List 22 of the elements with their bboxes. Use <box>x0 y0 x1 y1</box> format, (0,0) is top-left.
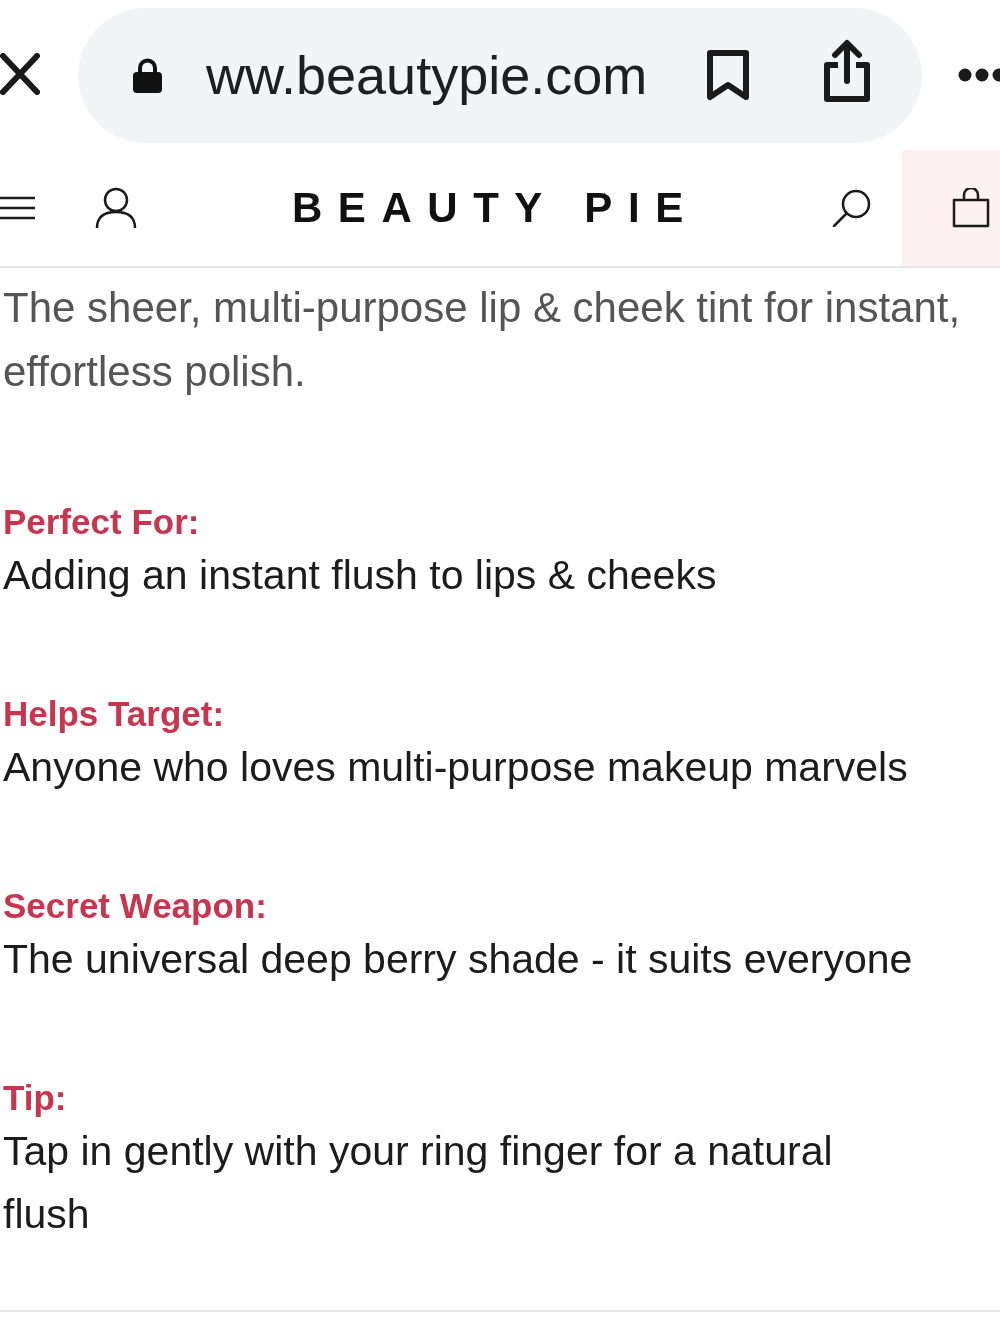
menu-icon[interactable] <box>0 196 35 220</box>
bookmark-icon[interactable] <box>706 48 750 102</box>
product-intro: The sheer, multi-purpose lip & cheek tint for instant, effortless polish. <box>3 283 962 397</box>
search-icon[interactable] <box>832 189 872 227</box>
user-icon[interactable] <box>95 187 137 229</box>
url-text: ww.beautypie.com <box>206 43 648 107</box>
section-text: The universal deep berry shade - it suits everyone <box>3 935 913 984</box>
close-icon[interactable] <box>0 53 40 95</box>
address-bar[interactable]: ww.beautypie.com <box>78 7 922 143</box>
section-label: Helps Target: <box>3 693 225 735</box>
section-text: Anyone who loves multi-purpose makeup marvels <box>3 743 908 792</box>
section-label: Tip: <box>3 1077 67 1119</box>
share-icon[interactable] <box>822 39 872 103</box>
lock-icon <box>133 57 162 93</box>
section-label: Secret Weapon: <box>3 885 267 927</box>
section-label: Perfect For: <box>3 501 200 543</box>
site-logo[interactable]: BEAUTY PIE <box>292 182 699 234</box>
section-text: Tap in gently with your ring finger for a natural flush <box>3 1127 834 1239</box>
shopping-bag-icon <box>952 188 990 228</box>
more-icon[interactable] <box>958 68 1000 82</box>
section-text: Adding an instant flush to lips & cheeks <box>3 551 717 600</box>
bag-button[interactable] <box>902 150 1000 266</box>
